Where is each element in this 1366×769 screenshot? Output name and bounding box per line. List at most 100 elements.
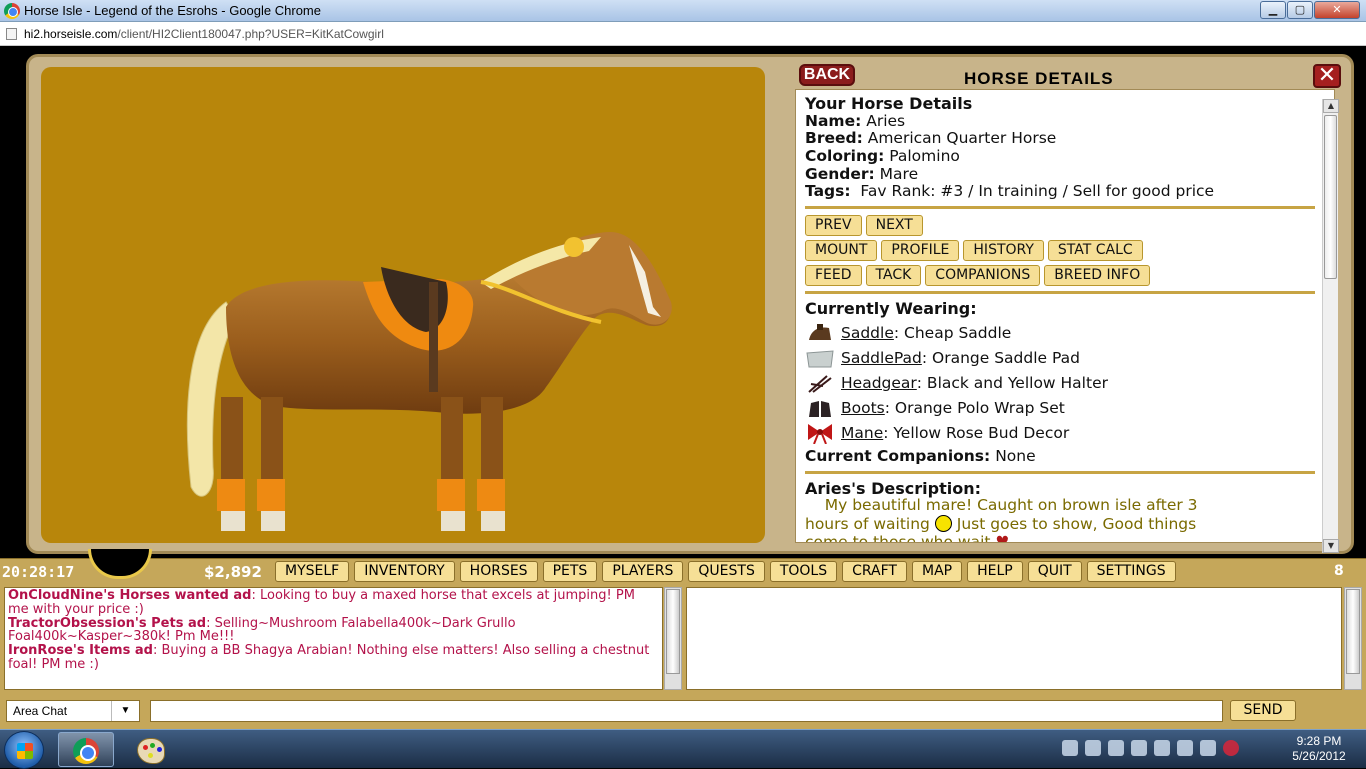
stat-calc-button[interactable]: STAT CALC	[1047, 240, 1143, 262]
system-tray	[1062, 740, 1239, 756]
mane-value: : Yellow Rose Bud Decor	[883, 423, 1070, 442]
name-row: Name: Aries	[805, 111, 906, 130]
horse-preview	[41, 67, 765, 543]
tab-inventory[interactable]: INVENTORY	[354, 561, 455, 582]
window-title: Horse Isle - Legend of the Esrohs - Goog…	[24, 3, 321, 18]
horse-details-window: BACK HORSE DETAILS ✕ Your Horse Details …	[26, 54, 1354, 554]
tab-players[interactable]: PLAYERS	[602, 561, 684, 582]
next-button[interactable]: NEXT	[865, 215, 923, 237]
chat-input[interactable]	[150, 700, 1223, 722]
chevron-down-icon[interactable]: ▼	[111, 701, 139, 721]
horse-gender: Mare	[879, 164, 919, 183]
volume-icon[interactable]	[1200, 740, 1216, 756]
details-scrollbar[interactable]: ▲ ▼	[1322, 99, 1339, 553]
start-button[interactable]	[4, 731, 44, 769]
windows-taskbar: 9:28 PM 5/26/2012	[0, 729, 1366, 769]
page-icon	[6, 28, 17, 40]
horse-description: My beautiful mare! Caught on brown isle …	[805, 496, 1317, 542]
tray-icon[interactable]	[1154, 740, 1170, 756]
network-icon[interactable]	[1177, 740, 1193, 756]
feed-button[interactable]: FEED	[805, 265, 862, 287]
tab-craft[interactable]: CRAFT	[842, 561, 907, 582]
chrome-icon	[73, 738, 99, 764]
player-list-panel[interactable]	[686, 587, 1342, 690]
back-button[interactable]: BACK	[799, 64, 855, 86]
tab-settings[interactable]: SETTINGS	[1086, 561, 1176, 582]
address-bar[interactable]: hi2.horseisle.com/client/HI2Client180047…	[0, 22, 1366, 46]
send-button[interactable]: SEND	[1230, 700, 1296, 721]
wear-row-boots: Boots: Orange Polo Wrap Set	[805, 396, 1317, 421]
maximize-button[interactable]: ▢	[1287, 1, 1313, 19]
companions-button[interactable]: COMPANIONS	[925, 265, 1041, 287]
horse-breed: American Quarter Horse	[867, 129, 1057, 148]
scroll-up-arrow-icon[interactable]: ▲	[1323, 99, 1339, 113]
bow-icon	[805, 422, 835, 445]
chat-message: OnCloudNine's Horses wanted ad: Looking …	[8, 588, 635, 617]
scroll-thumb[interactable]	[1346, 589, 1360, 674]
game-clock: 20:28:17	[2, 563, 75, 581]
panel-title: HORSE DETAILS	[964, 69, 1114, 88]
profile-button[interactable]: PROFILE	[881, 240, 960, 262]
prev-button[interactable]: PREV	[805, 215, 862, 237]
boots-icon	[805, 397, 835, 419]
tags-row: Tags: Fav Rank: #3 / In training / Sell …	[805, 182, 1215, 201]
tray-icon[interactable]	[1108, 740, 1124, 756]
tray-icon[interactable]	[1062, 740, 1078, 756]
boots-slot-link[interactable]: Boots	[841, 396, 885, 421]
wear-row-mane: Mane: Yellow Rose Bud Decor	[805, 421, 1317, 446]
close-window-button[interactable]: ✕	[1314, 1, 1360, 19]
saddle-value: : Cheap Saddle	[893, 323, 1012, 342]
history-button[interactable]: HISTORY	[963, 240, 1044, 262]
tab-quests[interactable]: QUESTS	[688, 561, 765, 582]
horse-details-content[interactable]: Your Horse Details Name: Aries Breed: Am…	[795, 89, 1335, 543]
close-panel-button[interactable]: ✕	[1313, 64, 1341, 88]
gender-row: Gender: Mare	[805, 164, 919, 183]
saddlepad-slot-link[interactable]: SaddlePad	[841, 346, 922, 371]
tab-help[interactable]: HELP	[967, 561, 1023, 582]
tack-button[interactable]: TACK	[865, 265, 922, 287]
flag-icon[interactable]	[1131, 740, 1147, 756]
horse-tags: Fav Rank: #3 / In training / Sell for go…	[860, 182, 1215, 201]
scroll-thumb[interactable]	[666, 589, 680, 674]
player-list-scrollbar[interactable]	[1344, 587, 1362, 690]
chat-log-scrollbar[interactable]	[664, 587, 682, 690]
breed-row: Breed: American Quarter Horse	[805, 129, 1057, 148]
mane-slot-link[interactable]: Mane	[841, 421, 883, 446]
companions-row: Current Companions: None	[805, 446, 1036, 465]
system-clock[interactable]: 9:28 PM 5/26/2012	[1288, 734, 1350, 764]
scroll-thumb[interactable]	[1324, 115, 1337, 279]
tab-horses[interactable]: HORSES	[459, 561, 538, 582]
divider	[805, 206, 1315, 210]
tray-icon[interactable]	[1085, 740, 1101, 756]
windows-logo-icon	[17, 743, 33, 759]
chat-message: IronRose's Items ad: Buying a BB Shagya …	[8, 643, 650, 672]
chat-message: TractorObsession's Pets ad: Selling~Mush…	[8, 615, 516, 645]
horse-name: Aries	[866, 111, 906, 130]
tray-app-icon[interactable]	[1223, 740, 1239, 756]
taskbar-paint[interactable]	[122, 732, 178, 767]
chat-channel-select[interactable]: Area Chat ▼	[6, 700, 140, 722]
details-heading: Your Horse Details	[805, 94, 973, 113]
headgear-slot-link[interactable]: Headgear	[841, 371, 917, 396]
companions-value: None	[995, 446, 1036, 465]
tab-map[interactable]: MAP	[911, 561, 963, 582]
breed-info-button[interactable]: BREED INFO	[1044, 265, 1151, 287]
tab-tools[interactable]: TOOLS	[769, 561, 838, 582]
coloring-row: Coloring: Palomino	[805, 147, 960, 166]
taskbar-chrome[interactable]	[58, 732, 114, 767]
wear-row-saddlepad: SaddlePad: Orange Saddle Pad	[805, 346, 1317, 371]
saddle-slot-link[interactable]: Saddle	[841, 321, 894, 346]
tab-myself[interactable]: MYSELF	[275, 561, 350, 582]
chat-log[interactable]: OnCloudNine's Horses wanted ad: Looking …	[4, 587, 663, 690]
game-client: BACK HORSE DETAILS ✕ Your Horse Details …	[0, 46, 1366, 729]
headgear-value: : Black and Yellow Halter	[916, 373, 1108, 392]
chrome-logo-icon	[4, 3, 20, 19]
url-text[interactable]: hi2.horseisle.com/client/HI2Client180047…	[24, 27, 384, 41]
mount-button[interactable]: MOUNT	[805, 240, 878, 262]
horse-image	[186, 232, 672, 531]
scroll-down-arrow-icon[interactable]: ▼	[1323, 539, 1339, 553]
saddle-icon	[805, 322, 835, 344]
tab-quit[interactable]: QUIT	[1027, 561, 1082, 582]
minimize-button[interactable]: ▁	[1260, 1, 1286, 19]
tab-pets[interactable]: PETS	[542, 561, 598, 582]
